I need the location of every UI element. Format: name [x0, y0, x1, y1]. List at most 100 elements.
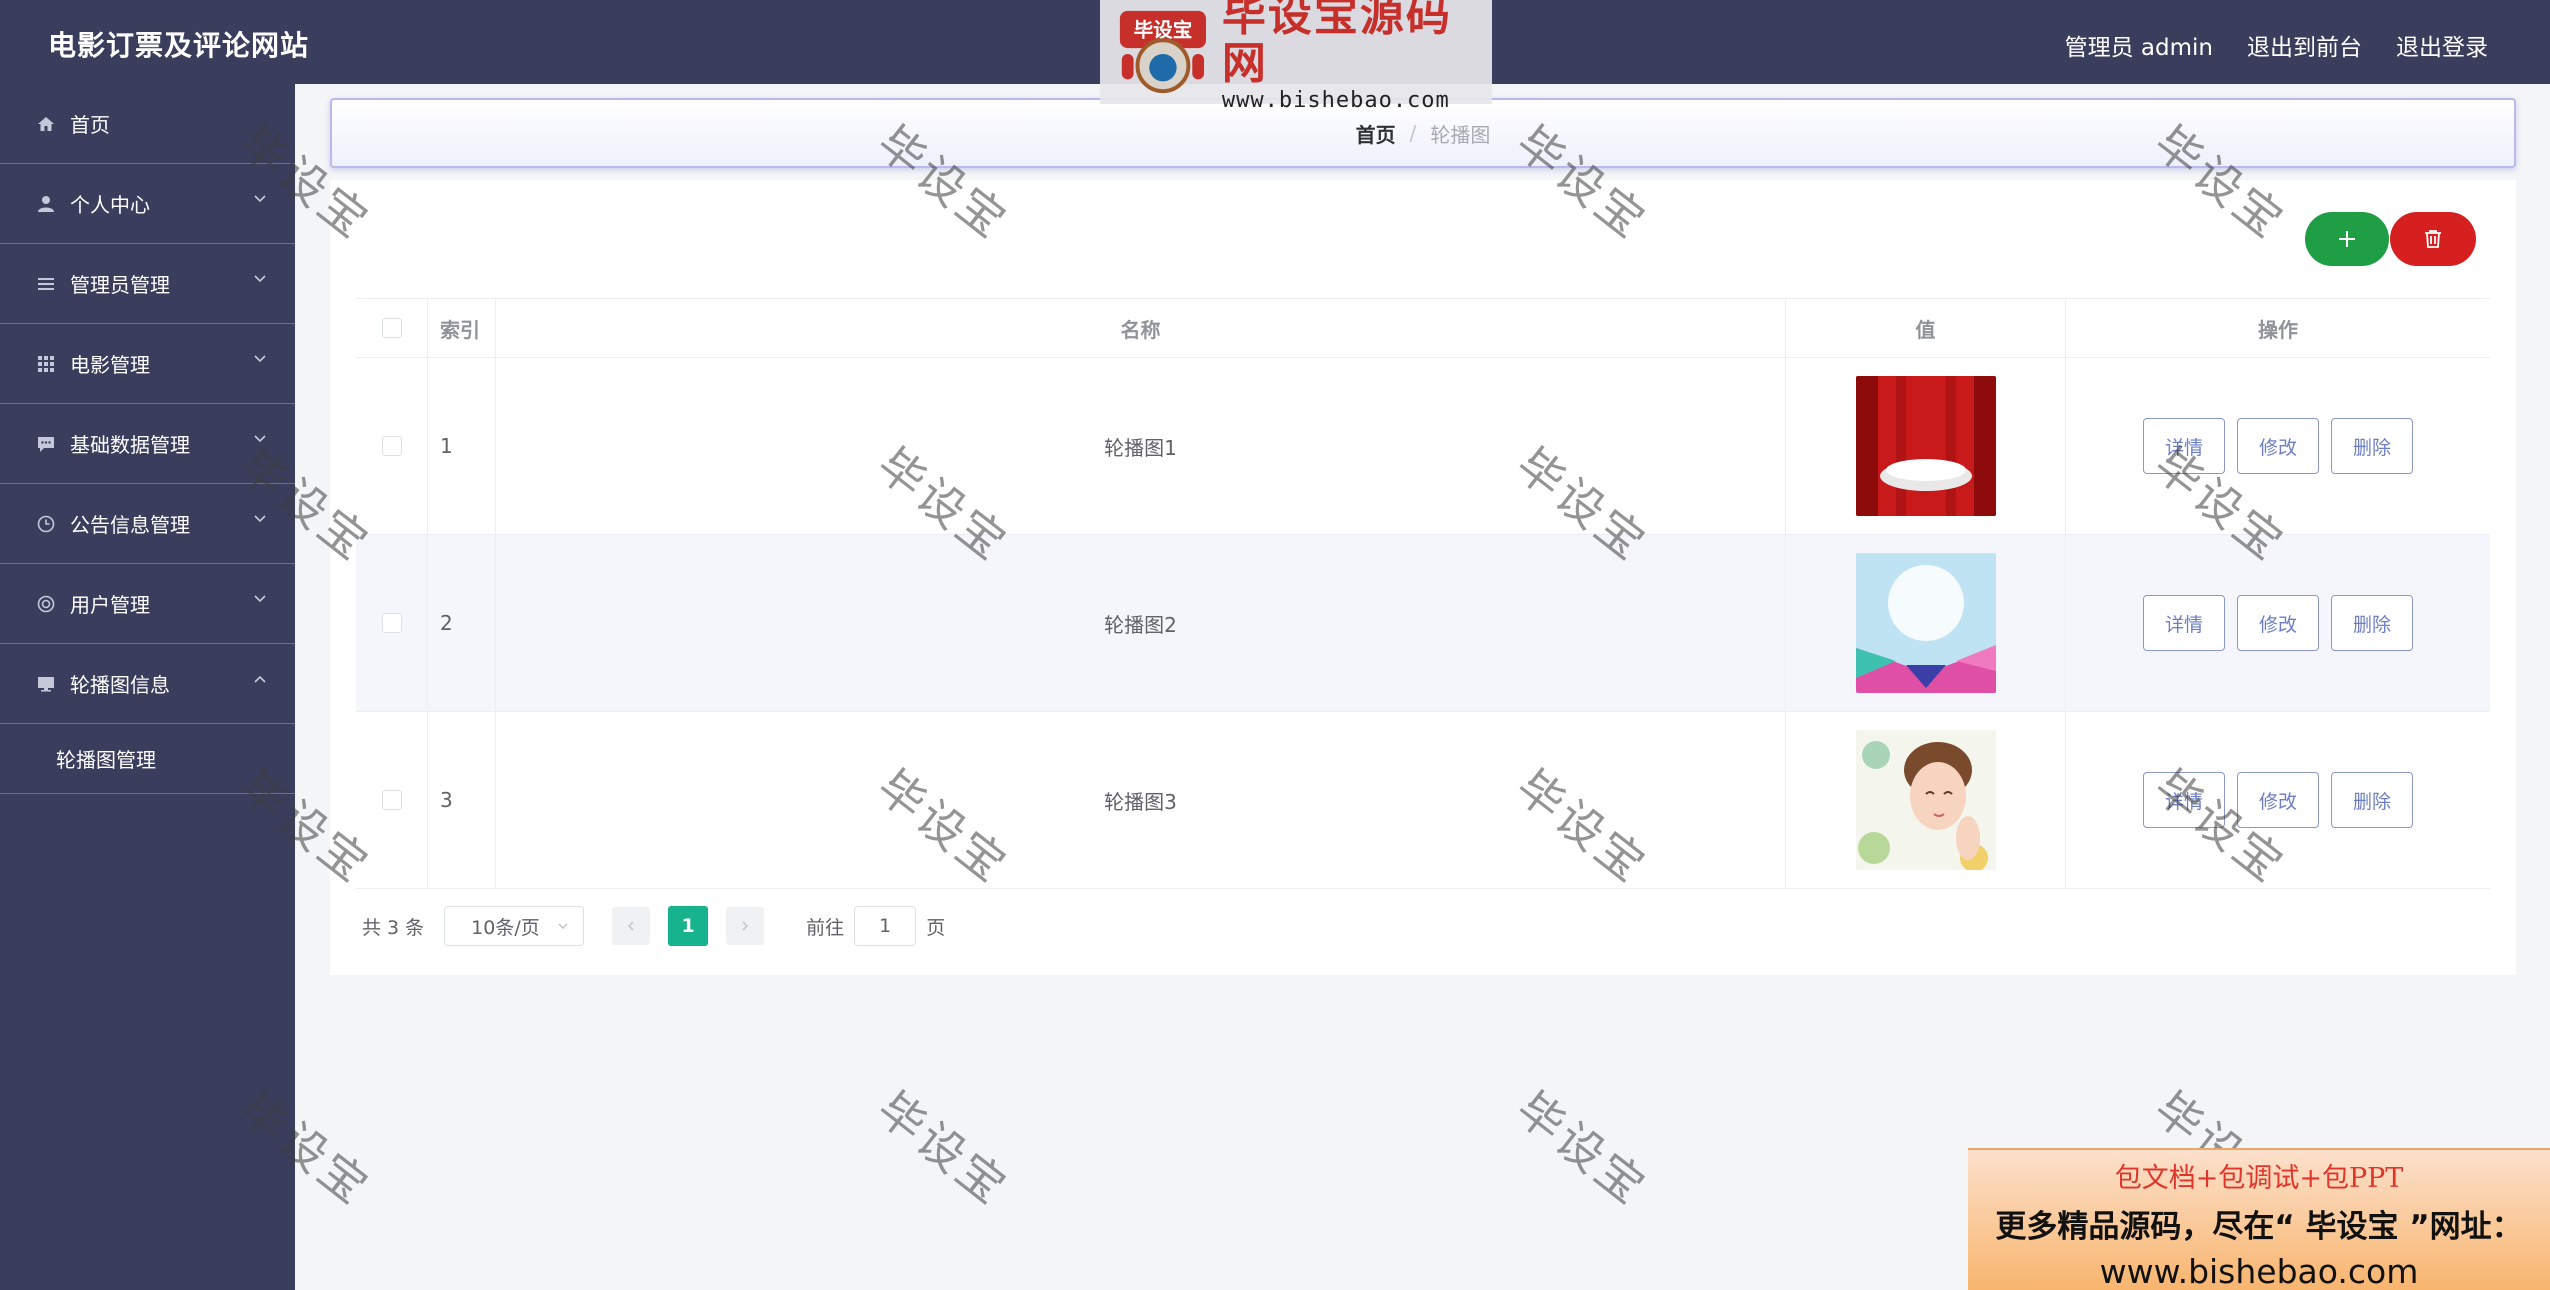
row-name: 轮播图1: [496, 358, 1786, 534]
sidebar: 首页 个人中心 管理员管理 电影管理 基础数据管理 公告信息管理 用户管理 轮播…: [0, 84, 295, 1290]
column-header-value: 值: [1786, 299, 2066, 357]
site-logo-watermark: 毕设宝 毕设宝源码网 www.bishebao.com: [1100, 0, 1492, 113]
batch-delete-button[interactable]: [2390, 212, 2476, 266]
sidebar-subitem-carousel-management[interactable]: 轮播图管理: [0, 724, 295, 794]
chevron-down-icon: [254, 355, 266, 363]
select-all-checkbox[interactable]: [381, 318, 402, 338]
promo-banner: 包文档+包调试+包PPT 更多精品源码，尽在“ 毕设宝 ”网址： www.bis…: [1968, 1148, 2550, 1290]
red-stage-image: [1855, 376, 1996, 516]
logo-url: www.bishebao.com: [1221, 87, 1450, 113]
exit-to-frontend-link[interactable]: 退出到前台: [2247, 28, 2362, 62]
plus-icon: [2339, 231, 2355, 247]
chevron-left-icon: [628, 921, 634, 931]
logo-badge-text: 毕设宝: [1134, 18, 1193, 41]
breadcrumb-current: 轮播图: [1430, 122, 1491, 147]
edit-button[interactable]: 修改: [2237, 418, 2319, 474]
chevron-down-icon: [254, 595, 266, 603]
sidebar-item-label: 个人中心: [70, 193, 150, 217]
header-links: 管理员 admin 退出到前台 退出登录: [2065, 28, 2488, 62]
detail-button[interactable]: 详情: [2143, 418, 2225, 474]
monitor-icon: [36, 674, 56, 694]
girl-face-image: [1855, 730, 1996, 870]
sidebar-item-basic-data[interactable]: 基础数据管理: [0, 404, 295, 484]
sidebar-item-admin-management[interactable]: 管理员管理: [0, 244, 295, 324]
add-button[interactable]: [2305, 212, 2389, 266]
table-row: 3 轮播图3 详情 修改 删除: [356, 712, 2490, 889]
sidebar-item-personal-center[interactable]: 个人中心: [0, 164, 295, 244]
lifebuoy-icon: [36, 594, 56, 614]
sidebar-item-home[interactable]: 首页: [0, 84, 295, 164]
table-row: 1 轮播图1 详情 修改 删除: [356, 358, 2490, 535]
app-title: 电影订票及评论网站: [48, 29, 310, 62]
clock-icon: [36, 514, 56, 534]
page-number-current[interactable]: 1: [668, 906, 709, 946]
grid-icon: [36, 354, 56, 374]
logo-title: 毕设宝源码网: [1221, 0, 1452, 89]
edit-button[interactable]: 修改: [2237, 595, 2319, 651]
watermark-text: 毕设宝: [1506, 1081, 1658, 1216]
chevron-right-icon: [742, 921, 749, 931]
goto-page-input[interactable]: [854, 906, 917, 946]
promo-line-1: 包文档+包调试+包PPT: [2114, 1163, 2404, 1194]
row-checkbox[interactable]: [381, 436, 402, 456]
list-icon: [36, 274, 56, 294]
delete-button[interactable]: 删除: [2331, 772, 2413, 828]
row-index: 1: [428, 358, 496, 534]
sidebar-item-label: 首页: [70, 113, 110, 137]
sidebar-item-user-management[interactable]: 用户管理: [0, 564, 295, 644]
row-checkbox[interactable]: [381, 790, 402, 810]
breadcrumb-home[interactable]: 首页: [1356, 119, 1396, 148]
next-page-button[interactable]: [726, 907, 765, 945]
column-header-name: 名称: [496, 299, 1786, 357]
sidebar-item-label: 用户管理: [70, 593, 150, 617]
goto-label: 前往: [806, 916, 845, 939]
chat-icon: [36, 434, 56, 454]
page-suffix: 页: [926, 916, 946, 939]
sidebar-item-label: 电影管理: [70, 353, 150, 377]
user-icon: [36, 194, 56, 214]
row-name: 轮播图3: [496, 712, 1786, 888]
pagination: 共 3 条 10条/页 1 前往 页: [362, 906, 945, 946]
chevron-down-icon: [254, 435, 266, 443]
sky-gift-image: [1855, 553, 1996, 693]
column-header-actions: 操作: [2258, 317, 2298, 342]
chevron-down-icon: [254, 515, 266, 523]
breadcrumb-separator: /: [1409, 121, 1417, 145]
sidebar-item-label: 管理员管理: [70, 273, 170, 297]
sidebar-item-notice[interactable]: 公告信息管理: [0, 484, 295, 564]
pagination-total: 共 3 条: [362, 916, 425, 939]
sidebar-item-label: 公告信息管理: [70, 513, 190, 537]
page-size-value: 10条/页: [471, 916, 540, 939]
table-header-row: 索引 名称 值 操作: [356, 298, 2490, 358]
chevron-down-icon: [558, 923, 568, 930]
sidebar-item-label: 基础数据管理: [70, 433, 190, 457]
column-header-index: 索引: [428, 299, 496, 357]
edit-button[interactable]: 修改: [2237, 772, 2319, 828]
detail-button[interactable]: 详情: [2143, 595, 2225, 651]
detail-button[interactable]: 详情: [2143, 772, 2225, 828]
watermark-text: 毕设宝: [867, 1081, 1019, 1216]
row-index: 3: [428, 712, 496, 888]
promo-line-2: 更多精品源码，尽在“ 毕设宝 ”网址：: [1995, 1209, 2523, 1245]
chevron-down-icon: [254, 195, 266, 203]
trash-icon: [2425, 230, 2441, 248]
table-row: 2 轮播图2 详情 修改 删除: [356, 535, 2490, 712]
sidebar-item-movie-management[interactable]: 电影管理: [0, 324, 295, 404]
delete-button[interactable]: 删除: [2331, 595, 2413, 651]
admin-user-link[interactable]: 管理员 admin: [2065, 28, 2213, 62]
row-name: 轮播图2: [496, 535, 1786, 711]
sidebar-item-carousel-info[interactable]: 轮播图信息: [0, 644, 295, 724]
prev-page-button[interactable]: [612, 907, 651, 945]
sidebar-subitem-label: 轮播图管理: [56, 748, 156, 772]
chevron-up-icon: [254, 675, 266, 683]
chevron-down-icon: [254, 275, 266, 283]
logo-badge: 毕设宝: [1119, 10, 1207, 94]
row-index: 2: [428, 535, 496, 711]
delete-button[interactable]: 删除: [2331, 418, 2413, 474]
page-size-select[interactable]: 10条/页: [444, 906, 585, 946]
row-checkbox[interactable]: [381, 613, 402, 633]
promo-line-3: www.bishebao.com: [2099, 1252, 2419, 1290]
carousel-table: 索引 名称 值 操作 1 轮播图1 详情 修改 删除 2 轮播图2 详情 修改 …: [356, 298, 2490, 889]
logout-link[interactable]: 退出登录: [2396, 28, 2488, 62]
sidebar-item-label: 轮播图信息: [70, 673, 170, 697]
